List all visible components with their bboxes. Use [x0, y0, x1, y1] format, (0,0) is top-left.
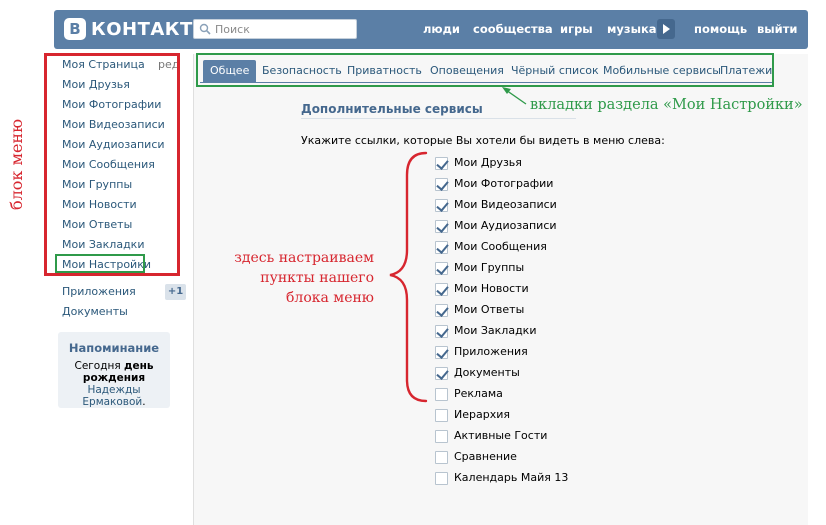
annotation-shapes [389, 87, 527, 403]
red-brace [389, 151, 428, 403]
green-arrow [502, 87, 527, 105]
